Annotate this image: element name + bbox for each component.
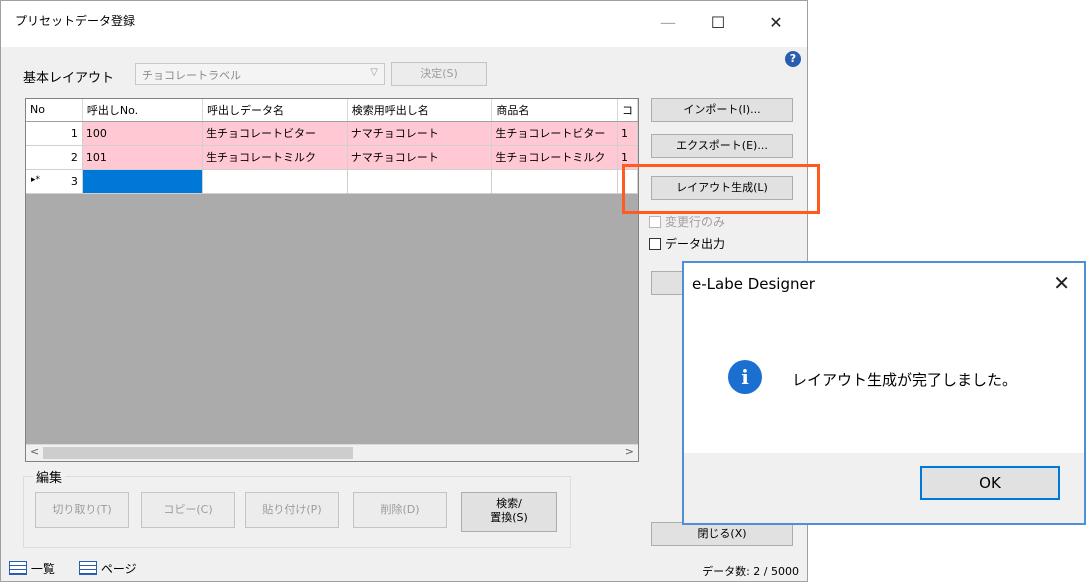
cell-call-no[interactable]: 100 [82, 121, 204, 146]
new-row-marker: ▸* [31, 174, 41, 185]
layout-select[interactable]: チョコレートラベル ▽ [135, 63, 385, 85]
cell-search-name[interactable]: ナマチョコレート [347, 145, 493, 170]
changed-only-checkbox[interactable]: 変更行のみ [649, 213, 725, 230]
column-header-product-name[interactable]: 商品名 [491, 99, 618, 122]
data-output-checkbox[interactable]: データ出力 [649, 235, 725, 252]
cell-product-name[interactable]: 生チョコレートビター [491, 121, 618, 146]
tab-page-label: ページ [100, 562, 137, 576]
cell-call-no-selected[interactable] [82, 169, 204, 194]
dialog-footer: OK [684, 453, 1084, 523]
edit-group-title: 編集 [33, 467, 66, 486]
scrollbar-thumb[interactable] [43, 447, 353, 459]
export-button[interactable]: エクスポート(E)... [651, 134, 793, 158]
cell-search-name[interactable]: ナマチョコレート [347, 121, 493, 146]
table-row[interactable]: 2 101 生チョコレートミルク ナマチョコレート 生チョコレートミルク 1 [26, 145, 638, 170]
minimize-button[interactable]: — [653, 13, 683, 32]
data-output-label: データ出力 [665, 237, 726, 251]
cell-search-name[interactable] [347, 169, 493, 194]
chevron-down-icon: ▽ [370, 67, 378, 78]
scroll-right-arrow[interactable]: > [625, 445, 634, 458]
cell-call-no[interactable]: 101 [82, 145, 204, 170]
dialog-title: e-Labe Designer [692, 275, 815, 293]
cell-call-name[interactable]: 生チョコレートミルク [202, 145, 348, 170]
preset-data-grid[interactable]: No 呼出しNo. 呼出しデータ名 検索用呼出し名 商品名 コ 1 100 生チ… [25, 98, 639, 462]
tab-page[interactable]: ページ [79, 560, 137, 577]
cell-call-name[interactable]: 生チョコレートビター [202, 121, 348, 146]
column-header-call-name[interactable]: 呼出しデータ名 [202, 99, 348, 122]
column-header-call-no[interactable]: 呼出しNo. [82, 99, 204, 122]
new-row[interactable]: ▸* 3 [26, 169, 638, 194]
checkbox-box [649, 216, 661, 228]
paste-button[interactable]: 貼り付け(P) [245, 492, 339, 528]
column-header-no[interactable]: No [26, 99, 83, 122]
base-layout-label: 基本レイアウト [23, 71, 115, 86]
cell-next[interactable]: 1 [617, 121, 638, 146]
tab-list[interactable]: 一覧 [9, 560, 55, 577]
data-count: データ数: 2 / 5000 [702, 565, 799, 578]
copy-button[interactable]: コピー(C) [141, 492, 235, 528]
page-view-icon [79, 561, 97, 575]
close-button[interactable]: ✕ [761, 13, 791, 32]
search-replace-label-2: 置換(S) [490, 511, 528, 524]
maximize-button[interactable]: ☐ [703, 13, 733, 32]
cut-button[interactable]: 切り取り(T) [35, 492, 129, 528]
table-row[interactable]: 1 100 生チョコレートビター ナマチョコレート 生チョコレートビター 1 [26, 121, 638, 146]
cell-product-name[interactable] [491, 169, 618, 194]
search-replace-button[interactable]: 検索/ 置換(S) [461, 492, 557, 532]
column-header-search-name[interactable]: 検索用呼出し名 [347, 99, 493, 122]
column-header-next[interactable]: コ [617, 99, 638, 122]
checkbox-box [649, 238, 661, 250]
row-number-value: 3 [70, 174, 78, 188]
cell-product-name[interactable]: 生チョコレートミルク [491, 145, 618, 170]
cell-call-name[interactable] [202, 169, 348, 194]
completion-dialog: e-Labe Designer ✕ i レイアウト生成が完了しました。 OK [682, 261, 1086, 525]
window-title: プリセットデータ登録 [15, 14, 136, 28]
horizontal-scrollbar[interactable]: < > [26, 444, 638, 461]
status-bar: 一覧 ページ データ数: 2 / 5000 [1, 555, 807, 583]
dialog-close-button[interactable]: ✕ [1053, 271, 1070, 295]
dialog-message: レイアウト生成が完了しました。 [792, 371, 1018, 389]
decide-button[interactable]: 決定(S) [391, 62, 487, 86]
row-number[interactable]: 2 [26, 145, 83, 170]
scroll-left-arrow[interactable]: < [30, 445, 39, 458]
import-button[interactable]: インポート(I)... [651, 98, 793, 122]
title-bar: プリセットデータ登録 — ☐ ✕ [1, 1, 807, 47]
grid-header-row: No 呼出しNo. 呼出しデータ名 検索用呼出し名 商品名 コ [26, 99, 638, 122]
tab-list-label: 一覧 [30, 562, 55, 576]
changed-only-label: 変更行のみ [665, 215, 726, 229]
annotation-highlight-box [622, 164, 820, 214]
close-window-button[interactable]: 閉じる(X) [651, 522, 793, 546]
info-icon: i [728, 360, 762, 394]
delete-button[interactable]: 削除(D) [353, 492, 447, 528]
row-number[interactable]: 1 [26, 121, 83, 146]
list-view-icon [9, 561, 27, 575]
row-number[interactable]: ▸* 3 [26, 169, 83, 194]
layout-select-value: チョコレートラベル [142, 69, 241, 82]
help-icon[interactable]: ? [785, 51, 801, 67]
ok-button[interactable]: OK [920, 466, 1060, 500]
search-replace-label-1: 検索/ [496, 497, 522, 510]
